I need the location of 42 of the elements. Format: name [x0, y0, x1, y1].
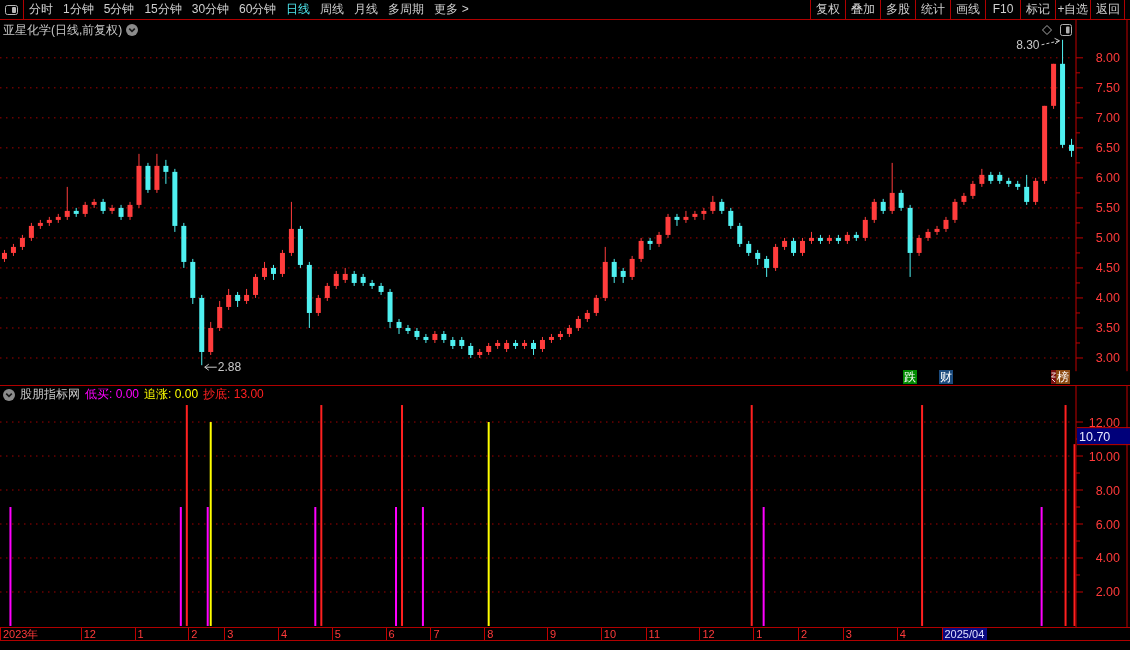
axis-label: 3.00: [1095, 351, 1120, 366]
date-label: 1: [753, 628, 766, 640]
axis-label: 7.00: [1095, 111, 1120, 126]
date-label: 11: [645, 628, 663, 640]
indicator-name: 股朋指标网: [20, 386, 80, 403]
axis-label: 8.00: [1095, 483, 1120, 498]
axis-label: 10.00: [1088, 449, 1120, 464]
date-label: 2025/04: [941, 628, 988, 640]
axis-label: 4.00: [1095, 291, 1120, 306]
axis-label: 6.50: [1095, 141, 1120, 156]
indicator-legend: 抄底: 13.00: [203, 386, 264, 403]
date-label: 8: [484, 628, 497, 640]
date-label: 5: [331, 628, 344, 640]
axis-label: 5.50: [1095, 201, 1120, 216]
current-value-label: 10.70: [1076, 427, 1130, 446]
date-label: 12: [699, 628, 718, 640]
axis-label: 7.50: [1095, 81, 1120, 96]
axis-label: 5.00: [1095, 231, 1120, 246]
axis-label: 8.00: [1095, 51, 1120, 66]
date-label: 2: [188, 628, 201, 640]
axis-label: 12.00: [1088, 415, 1120, 430]
axis-label: 6.00: [1095, 517, 1120, 532]
date-label: 7: [430, 628, 443, 640]
date-label: 1: [134, 628, 147, 640]
date-label: 3: [224, 628, 237, 640]
date-label: 6: [385, 628, 398, 640]
date-label: 12: [80, 628, 99, 640]
date-label: 3: [842, 628, 855, 640]
date-label: 9: [546, 628, 560, 640]
axis-label: 4.50: [1095, 261, 1120, 276]
axis-label: 4.00: [1095, 551, 1120, 566]
axis-label: 6.00: [1095, 171, 1120, 186]
date-label: 4: [896, 628, 909, 640]
indicator-legend: 追涨: 0.00: [144, 386, 199, 403]
date-label: 10: [600, 628, 619, 640]
chart-title: 亚星化学(日线,前复权): [3, 21, 123, 39]
axis-label: 3.50: [1095, 321, 1120, 336]
date-label: 2023年: [0, 628, 42, 640]
axis-label: 2.00: [1095, 585, 1120, 600]
date-label: 2: [798, 628, 811, 640]
indicator-legend: 低买: 0.00: [85, 386, 140, 403]
date-label: 4: [277, 628, 291, 640]
